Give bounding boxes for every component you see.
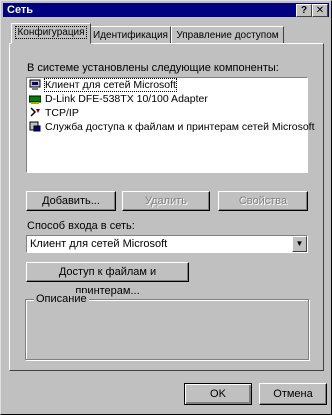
list-item[interactable]: D-Link DFE-538TX 10/100 Adapter [27,92,307,106]
description-legend: Описание [34,293,89,305]
close-icon: ✕ [315,5,325,16]
file-printer-sharing-button[interactable]: Доступ к файлам и принтерам... [26,262,189,297]
logon-select-value: Клиент для сетей Microsoft [30,238,168,250]
tab-identification[interactable]: Идентификация [90,26,171,43]
list-item[interactable]: Клиент для сетей Microsoft [27,78,307,92]
components-list[interactable]: Клиент для сетей Microsoft D-Link DFE-53… [26,77,315,173]
list-item[interactable]: Служба доступа к файлам и принтерам сете… [27,120,315,134]
chevron-down-icon[interactable]: ▼ [292,236,307,252]
tab-access-control-label: Управление доступом [176,30,279,41]
tab-identification-label: Идентификация [93,30,168,41]
tab-access-control[interactable]: Управление доступом [171,26,284,43]
description-group: Описание [25,293,309,360]
client-icon [29,79,41,90]
properties-button-label: Свойства [238,195,288,207]
properties-button[interactable]: Свойства [218,191,308,211]
title-bar[interactable]: Сеть ? ✕ [3,3,329,17]
window-title: Сеть [7,4,34,16]
list-item-label: Служба доступа к файлам и принтерам сете… [45,121,315,133]
service-icon [29,121,41,132]
help-button[interactable]: ? [296,4,312,17]
logon-select[interactable]: Клиент для сетей Microsoft ▼ [26,235,308,253]
list-item-label: Клиент для сетей Microsoft [44,78,177,92]
list-item[interactable]: TCP/IP [27,106,307,120]
remove-button[interactable]: Удалить [122,191,210,211]
remove-button-label: Удалить [145,195,187,207]
add-button-label: Добавить... [42,195,100,207]
cancel-button[interactable]: Отмена [259,383,327,405]
components-heading: В системе установлены следующие компонен… [27,62,279,74]
add-button[interactable]: Добавить... [26,191,116,211]
list-item-label: TCP/IP [45,107,79,119]
ok-button-label: OK [210,388,226,400]
help-icon: ? [300,5,308,16]
close-button[interactable]: ✕ [312,4,328,17]
ok-button[interactable]: OK [184,383,252,405]
logon-label: Способ входа в сеть: [27,220,135,232]
network-adapter-icon [29,95,41,104]
tab-configuration[interactable]: Конфигурация [11,23,91,44]
list-item-label: D-Link DFE-538TX 10/100 Adapter [45,93,208,105]
tab-configuration-label: Конфигурация [15,26,87,39]
network-dialog: Сеть ? ✕ Идентификация Управление доступ… [0,0,332,415]
protocol-icon [30,107,40,117]
cancel-button-label: Отмена [273,388,313,400]
